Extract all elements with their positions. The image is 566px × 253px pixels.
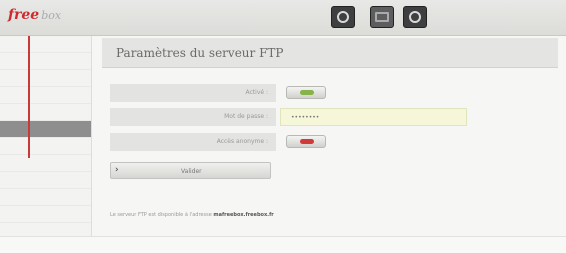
info-line-1: Le serveur FTP est disponible à l'adress… [110,212,274,218]
footer-strip [0,236,566,253]
sidebar-item[interactable] [0,36,91,53]
sidebar-item[interactable] [0,189,91,206]
anonymous-label: Accès anonyme : [110,133,276,151]
sidebar-item[interactable] [0,53,91,70]
sidebar-item-ftp[interactable] [0,121,91,138]
sidebar-item[interactable] [0,104,91,121]
anonymous-toggle[interactable] [286,135,326,148]
sidebar-item[interactable] [0,172,91,189]
top-bar: free box [0,0,566,36]
sidebar-item[interactable] [0,138,91,155]
sidebar-item[interactable] [0,87,91,104]
circle-icon[interactable] [403,6,427,28]
freebox-logo[interactable]: free box [8,7,61,23]
active-row: Activé : [110,84,467,102]
sidebar-item[interactable] [0,70,91,87]
sidebar [0,36,92,236]
page-title: Paramètres du serveur FTP [116,46,284,60]
main-content: Paramètres du serveur FTP Activé : Mot d… [92,36,566,236]
window-icon[interactable] [370,6,394,28]
password-row: Mot de passe : •••••••• [110,108,467,126]
anonymous-row: Accès anonyme : [110,133,467,151]
apply-button[interactable]: › Valider [110,162,271,179]
password-label: Mot de passe : [110,108,276,126]
logo-sub: box [41,9,62,22]
active-toggle[interactable] [286,86,326,99]
page-header: Paramètres du serveur FTP [102,38,558,68]
apply-label: Valider [181,168,202,175]
sidebar-item[interactable] [0,155,91,172]
sidebar-red-line [28,36,30,158]
fullscreen-icon[interactable] [331,6,355,28]
sidebar-item[interactable] [0,206,91,223]
active-label: Activé : [110,84,276,102]
logo-text: free [8,7,40,23]
password-field[interactable]: •••••••• [280,108,467,126]
chevron-right-icon: › [115,165,119,175]
ftp-address-link[interactable]: mafreebox.freebox.fr [213,212,273,218]
